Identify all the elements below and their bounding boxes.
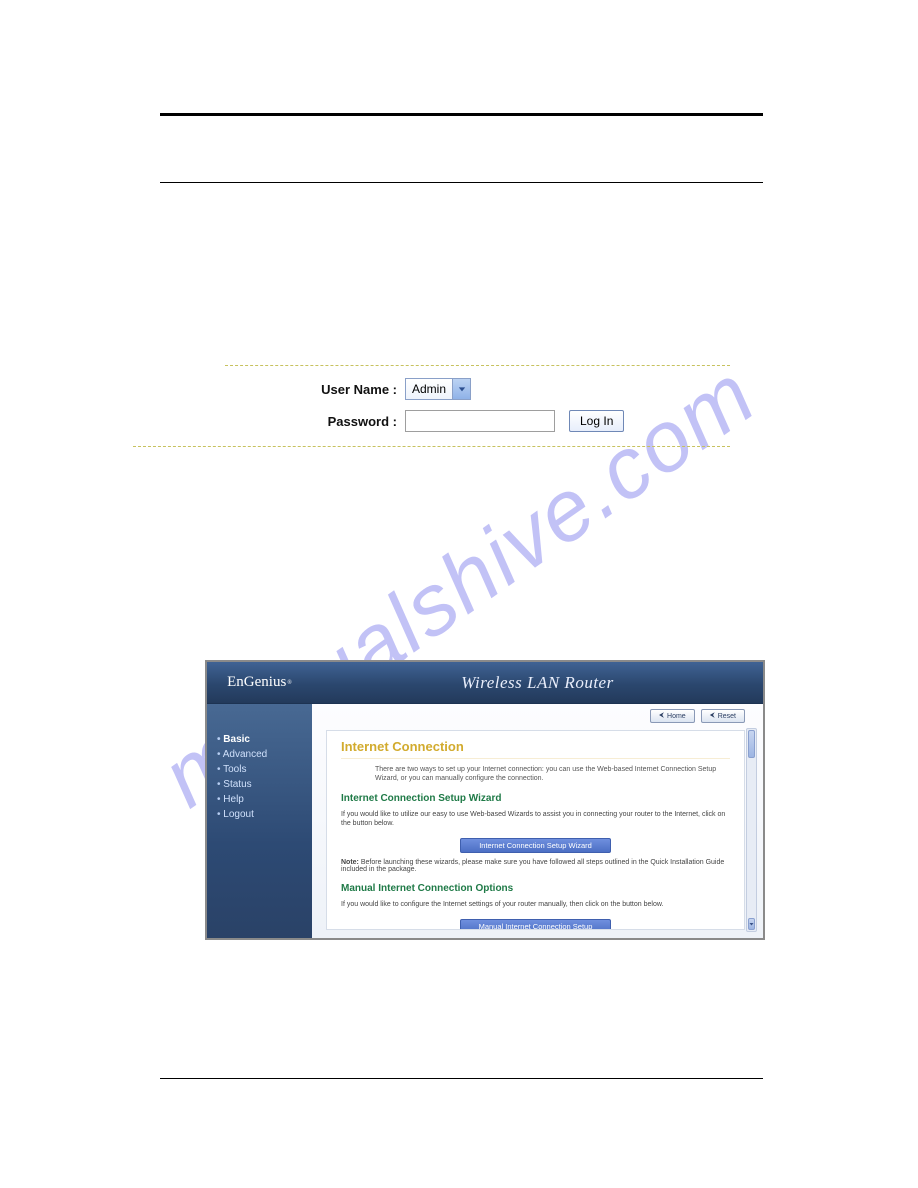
note-text: Note: Before launching these wizards, pl… bbox=[341, 859, 730, 873]
router-header: EnGenius® Wireless LAN Router bbox=[207, 662, 763, 704]
sidebar-item-advanced[interactable]: Advanced bbox=[207, 747, 312, 762]
manual-button[interactable]: Manual Internet Connection Setup bbox=[460, 919, 612, 930]
divider-top-thick bbox=[160, 113, 763, 116]
sidebar: Basic Advanced Tools Status Help Logout bbox=[207, 704, 312, 938]
scrollbar-thumb[interactable] bbox=[748, 730, 755, 758]
sidebar-item-logout[interactable]: Logout bbox=[207, 807, 312, 822]
content-area: ⮜ Home ⮜ Reset Internet Connection There… bbox=[312, 704, 763, 938]
arrow-left-icon: ⮜ bbox=[710, 712, 715, 720]
password-input[interactable] bbox=[405, 410, 555, 432]
arrow-left-icon: ⮜ bbox=[659, 712, 664, 720]
product-title: Wireless LAN Router bbox=[312, 662, 763, 703]
intro-text: There are two ways to set up your Intern… bbox=[341, 765, 730, 783]
router-screenshot: EnGenius® Wireless LAN Router Basic Adva… bbox=[205, 660, 765, 940]
page-heading: Internet Connection bbox=[341, 739, 730, 754]
username-value: Admin bbox=[412, 382, 446, 396]
login-screenshot: User Name : Admin Password : Log In bbox=[225, 365, 730, 437]
sidebar-item-help[interactable]: Help bbox=[207, 792, 312, 807]
sidebar-item-basic[interactable]: Basic bbox=[207, 732, 312, 747]
home-button[interactable]: ⮜ Home bbox=[650, 709, 695, 723]
manual-heading: Manual Internet Connection Options bbox=[341, 883, 730, 894]
divider-bottom bbox=[160, 1078, 763, 1079]
divider-top-thin bbox=[160, 182, 763, 183]
manual-text: If you would like to configure the Inter… bbox=[341, 900, 730, 909]
sidebar-item-tools[interactable]: Tools bbox=[207, 762, 312, 777]
username-select[interactable]: Admin bbox=[405, 378, 471, 400]
username-row: User Name : Admin bbox=[225, 378, 730, 400]
wizard-text: If you would like to utilize our easy to… bbox=[341, 810, 730, 828]
scrollbar[interactable] bbox=[746, 728, 757, 932]
chevron-down-icon[interactable] bbox=[452, 379, 470, 399]
password-label: Password : bbox=[225, 414, 405, 429]
login-button[interactable]: Log In bbox=[569, 410, 624, 432]
scroll-down-icon[interactable] bbox=[748, 918, 755, 930]
divider bbox=[341, 758, 730, 759]
main-panel: Internet Connection There are two ways t… bbox=[326, 730, 745, 930]
toolbar: ⮜ Home ⮜ Reset bbox=[312, 704, 763, 728]
reset-button[interactable]: ⮜ Reset bbox=[701, 709, 745, 723]
password-row: Password : Log In bbox=[225, 410, 730, 432]
wizard-button[interactable]: Internet Connection Setup Wizard bbox=[460, 838, 611, 853]
divider-dashed bbox=[133, 446, 730, 447]
brand-logo: EnGenius® bbox=[207, 662, 312, 703]
username-label: User Name : bbox=[225, 382, 405, 397]
wizard-heading: Internet Connection Setup Wizard bbox=[341, 793, 730, 804]
sidebar-item-status[interactable]: Status bbox=[207, 777, 312, 792]
